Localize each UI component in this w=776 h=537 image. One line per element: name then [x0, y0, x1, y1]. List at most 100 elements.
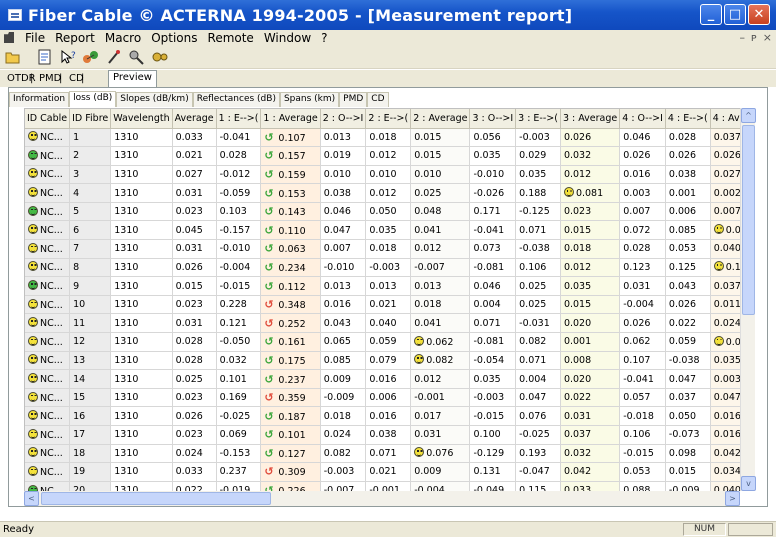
table-cell[interactable]: ↺ 0.309 — [260, 462, 321, 482]
table-cell[interactable]: 0.008 — [560, 351, 621, 371]
table-cell[interactable]: 0.004 — [515, 369, 561, 389]
table-cell[interactable]: 0.029 — [515, 146, 561, 166]
table-cell[interactable]: 0.085 — [320, 351, 367, 371]
table-cell[interactable]: 0.107 — [619, 351, 666, 371]
table-cell[interactable]: 10 — [69, 295, 112, 315]
table-cell[interactable]: 0.041 — [410, 313, 471, 334]
table-cell[interactable]: 0.012 — [410, 239, 471, 259]
table-cell[interactable]: 0.031 — [410, 425, 471, 445]
table-cell[interactable]: 0.028 — [216, 146, 262, 166]
table-cell[interactable]: 0.037 — [710, 128, 740, 148]
table-cell[interactable]: 0.041 — [410, 220, 471, 241]
table-cell[interactable]: 1310 — [110, 313, 173, 334]
table-cell[interactable]: 0.026 — [560, 128, 621, 148]
table-cell[interactable]: -0.007 — [320, 481, 367, 491]
table-cell[interactable]: NC... — [25, 220, 71, 241]
table-cell[interactable]: 0.001 — [665, 183, 711, 203]
table-cell[interactable]: 1310 — [110, 406, 173, 426]
table-cell[interactable]: 1310 — [110, 351, 173, 371]
table-cell[interactable]: 0.024 — [172, 444, 217, 464]
table-cell[interactable]: 0.010 — [410, 165, 471, 185]
menu-file[interactable]: File — [20, 31, 50, 45]
table-cell[interactable]: -0.018 — [619, 406, 666, 426]
table-cell[interactable]: 0.013 — [410, 276, 471, 296]
table-cell[interactable]: 1310 — [110, 425, 173, 445]
table-cell[interactable]: 0.082 — [320, 444, 367, 464]
table-cell[interactable]: 0.085 — [665, 220, 711, 241]
table-cell[interactable]: 0.071 — [515, 220, 561, 241]
table-cell[interactable]: 0.037 — [710, 276, 740, 296]
table-cell[interactable]: 0.015 — [560, 220, 621, 241]
table-cell[interactable]: 0.019 — [320, 146, 367, 166]
menu-help[interactable]: ? — [316, 31, 332, 45]
table-cell[interactable]: 0.015 — [172, 276, 217, 296]
table-cell[interactable]: 0.062 — [619, 332, 666, 352]
table-cell[interactable]: -0.125 — [515, 202, 561, 222]
table-row[interactable]: NC... 16 1310 0.026 -0.025 ↺ 0.187 0.018 0.016 0.… — [25, 406, 740, 426]
table-cell[interactable]: 0.016 — [365, 406, 412, 426]
table-cell[interactable]: -0.009 — [320, 388, 367, 408]
table-cell[interactable]: 8 — [69, 258, 112, 278]
table-cell[interactable]: -0.025 — [515, 425, 561, 445]
table-cell[interactable]: 1310 — [110, 183, 173, 203]
table-cell[interactable]: 0.071 — [469, 313, 517, 334]
table-cell[interactable]: 0.121 — [216, 313, 262, 334]
table-cell[interactable]: 0.028 — [665, 128, 711, 148]
column-header[interactable]: 2 : O-->I — [320, 109, 367, 129]
table-cell[interactable]: 0.015 — [410, 146, 471, 166]
table-cell[interactable]: 0.059 — [665, 332, 711, 352]
scroll-up-arrow-icon[interactable]: ^ — [741, 108, 756, 123]
table-cell[interactable]: 0.001 — [560, 332, 621, 352]
table-cell[interactable]: -0.010 — [216, 239, 262, 259]
table-cell[interactable]: NC... — [25, 444, 71, 464]
table-cell[interactable]: 0.071 — [515, 351, 561, 371]
table-cell[interactable]: 0.038 — [665, 165, 711, 185]
table-cell[interactable]: 0.035 — [469, 146, 517, 166]
column-header[interactable]: 3 : Average — [560, 109, 621, 129]
table-cell[interactable]: -0.059 — [216, 183, 262, 203]
table-cell[interactable]: 9 — [69, 276, 112, 296]
table-cell[interactable]: 1310 — [110, 258, 173, 278]
table-cell[interactable]: ↺ 0.107 — [260, 128, 321, 148]
table-cell[interactable]: 0.032 — [560, 146, 621, 166]
table-cell[interactable]: 0.053 — [619, 462, 666, 482]
table-cell[interactable]: -0.041 — [619, 369, 666, 389]
table-cell[interactable]: 1310 — [110, 462, 173, 482]
table-cell[interactable]: NC... — [25, 276, 71, 296]
table-cell[interactable]: 0.115 — [515, 481, 561, 491]
table-cell[interactable]: ↺ 0.127 — [260, 444, 321, 464]
tab-loss[interactable]: loss (dB) — [69, 91, 117, 107]
table-cell[interactable]: 0.026 — [619, 146, 666, 166]
table-cell[interactable]: 0.013 — [320, 128, 367, 148]
table-cell[interactable]: 0.046 — [320, 202, 367, 222]
table-cell[interactable]: 0.047 — [320, 220, 367, 241]
table-cell[interactable]: 0.025 — [515, 295, 561, 315]
data-grid[interactable]: ID Cable ID Fibre Wavelength Average 1 : E--… — [24, 108, 740, 491]
table-cell[interactable]: 0.007 — [619, 202, 666, 222]
table-cell[interactable]: 0.022 — [665, 313, 711, 334]
table-cell[interactable]: NC... — [25, 332, 71, 352]
table-cell[interactable]: ↺0.226 — [260, 481, 321, 491]
table-cell[interactable]: -0.015 — [216, 276, 262, 296]
table-cell[interactable]: 0.010 — [320, 165, 367, 185]
table-cell[interactable]: -0.038 — [515, 239, 561, 259]
table-cell[interactable]: ↺ 0.143 — [260, 202, 321, 222]
table-cell[interactable]: 0.003 — [619, 183, 666, 203]
table-cell[interactable]: 0.003 — [710, 369, 740, 389]
table-cell[interactable]: 0.021 — [365, 462, 412, 482]
table-cell[interactable]: 0.228 — [216, 295, 262, 315]
table-cell[interactable]: 0.021 — [365, 295, 412, 315]
table-cell[interactable]: -0.015 — [619, 444, 666, 464]
table-cell[interactable]: ↺ 0.175 — [260, 351, 321, 371]
table-cell[interactable]: 0.018 — [320, 406, 367, 426]
table-cell[interactable]: NC... — [25, 128, 71, 148]
column-header[interactable]: ID Cable — [25, 109, 71, 129]
vertical-scroll-thumb[interactable] — [742, 125, 755, 315]
table-cell[interactable]: 0.010 — [365, 165, 412, 185]
table-cell[interactable]: ↺ 0.252 — [260, 313, 321, 334]
table-cell[interactable]: 0.056 — [469, 128, 517, 148]
table-cell[interactable]: 0.035 — [365, 220, 412, 241]
table-cell[interactable]: 0.023 — [172, 202, 217, 222]
table-cell[interactable]: 0.057 — [619, 388, 666, 408]
table-row[interactable]: NC... 11 1310 0.031 0.121 ↺ 0.252 0.043 0.040 0.0… — [25, 313, 740, 334]
